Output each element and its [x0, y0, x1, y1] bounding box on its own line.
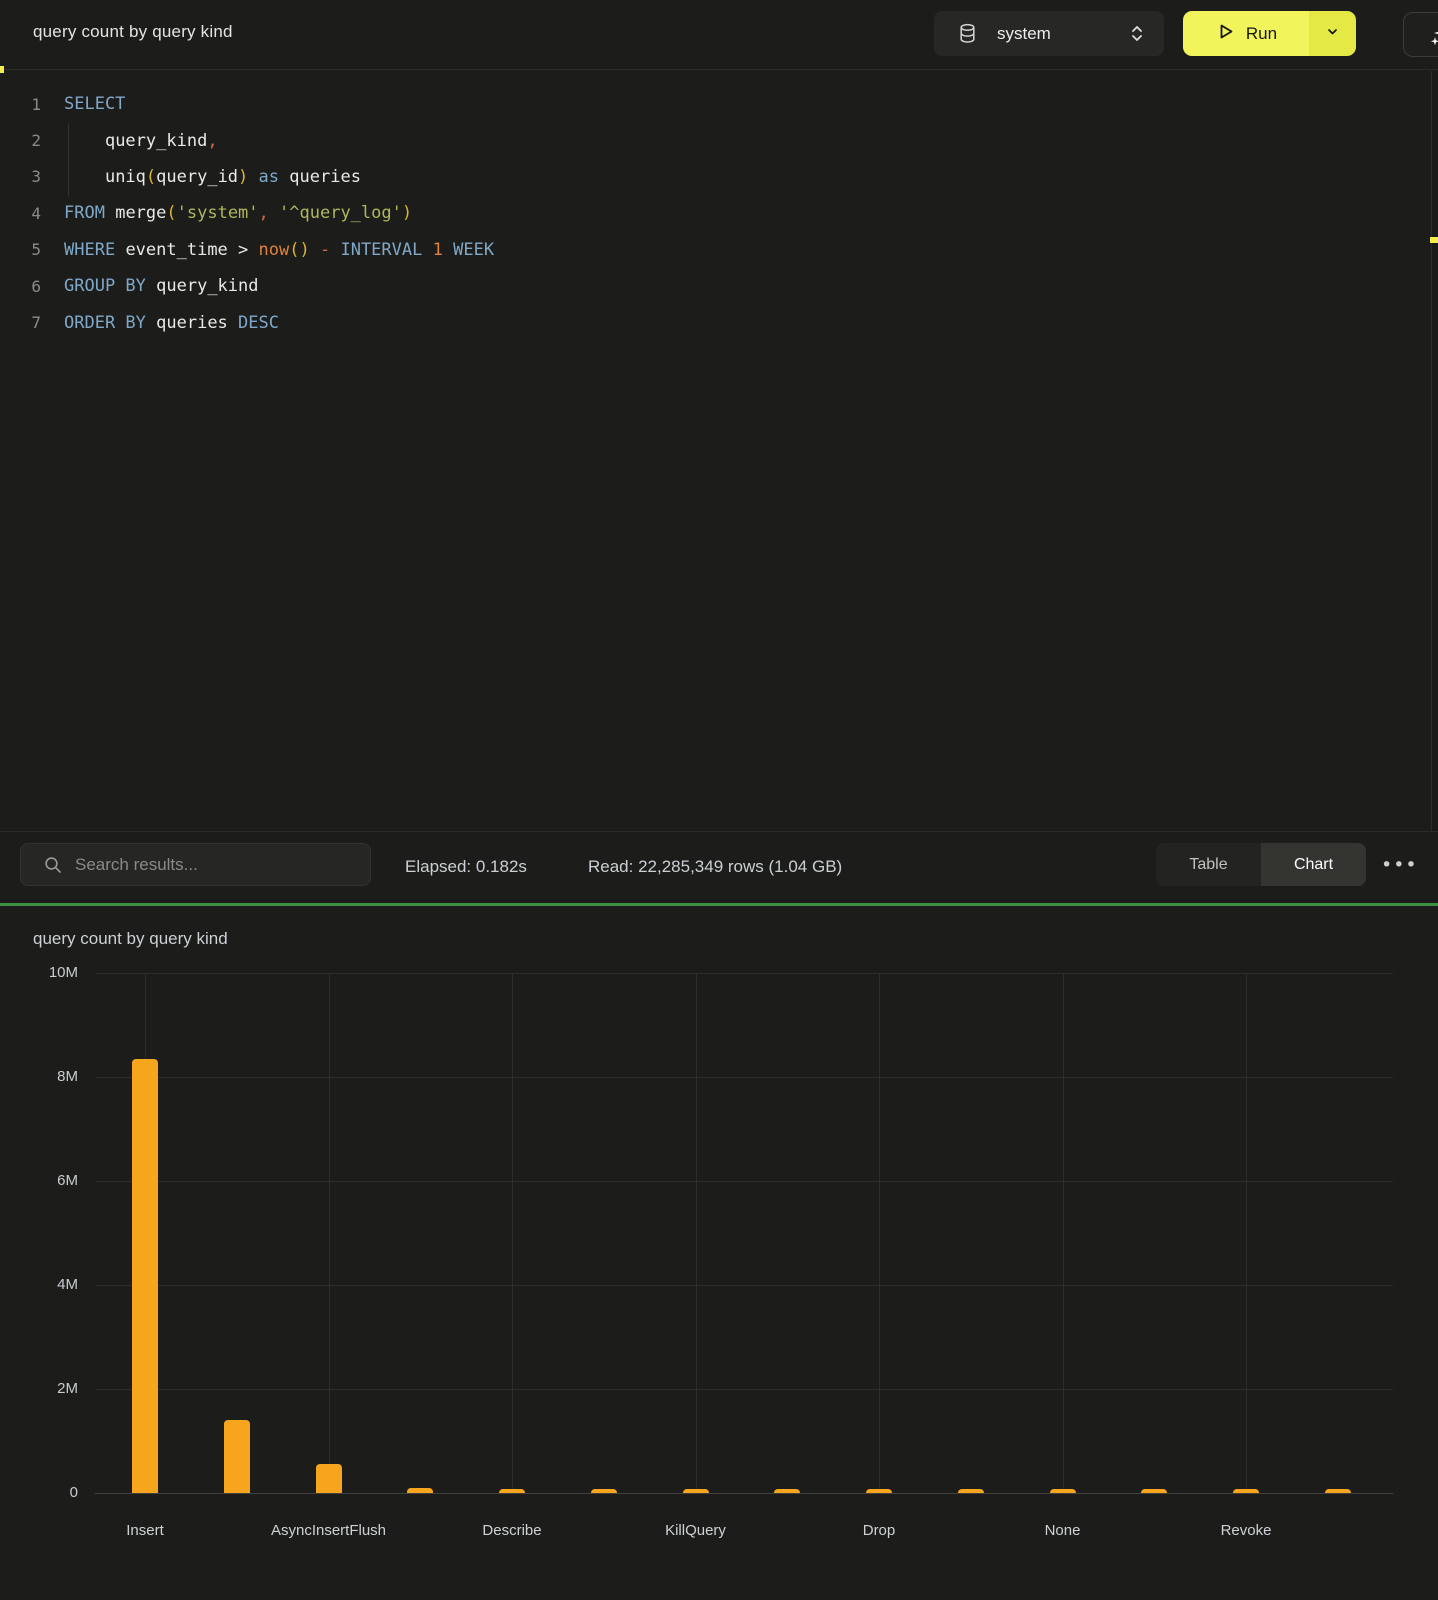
bar-None [1050, 1489, 1076, 1493]
gridline [329, 973, 330, 1493]
table-view-button[interactable]: Table [1156, 843, 1261, 886]
database-icon [958, 23, 977, 44]
bar-unlabeled [1141, 1489, 1167, 1493]
bar-unlabeled [774, 1489, 800, 1493]
x-axis-tick: Drop [799, 1522, 959, 1539]
code-line: 4 FROM merge('system', '^query_log') [0, 195, 1380, 231]
bar-unlabeled [224, 1420, 250, 1493]
code-line: 2 query_kind, [0, 122, 1380, 158]
view-toggle: Table Chart [1156, 843, 1366, 886]
code-text: query_kind, [64, 131, 218, 151]
line-number: 6 [0, 277, 41, 296]
database-selector[interactable]: system [934, 11, 1164, 56]
bar-unlabeled [958, 1489, 984, 1493]
line-number: 1 [0, 95, 41, 114]
search-input[interactable] [75, 855, 355, 875]
code-text: FROM merge('system', '^query_log') [64, 203, 412, 223]
run-button-label: Run [1246, 24, 1277, 44]
run-button-group: Run [1183, 11, 1356, 56]
scrollbar-marker [1430, 237, 1438, 243]
code-line: 1 SELECT [0, 86, 1380, 122]
code-text: SELECT [64, 94, 125, 114]
chart-view-button[interactable]: Chart [1261, 843, 1366, 886]
bar-Insert [132, 1059, 158, 1493]
code-line: 3 uniq(query_id) as queries [0, 159, 1380, 195]
database-selector-value: system [997, 24, 1051, 44]
bar-AsyncInsertFlush [316, 1464, 342, 1493]
ai-assistant-button[interactable] [1403, 12, 1438, 57]
top-toolbar: query count by query kind system Run [0, 0, 1438, 70]
line-number: 4 [0, 204, 41, 223]
gridline [95, 1181, 1393, 1182]
y-axis-tick: 0 [0, 1484, 78, 1501]
sparkle-icon [1426, 22, 1438, 48]
line-number: 2 [0, 131, 41, 150]
x-axis-tick: None [983, 1522, 1143, 1539]
elapsed-stat: Elapsed: 0.182s [405, 857, 527, 877]
bar-unlabeled [407, 1488, 433, 1493]
x-axis-tick: KillQuery [616, 1522, 776, 1539]
y-axis-tick: 4M [0, 1276, 78, 1293]
read-stat: Read: 22,285,349 rows (1.04 GB) [588, 857, 842, 877]
x-axis-tick: Revoke [1166, 1522, 1326, 1539]
more-options-button[interactable]: ••• [1381, 854, 1417, 882]
code-line: 5 WHERE event_time > now() - INTERVAL 1 W… [0, 232, 1380, 268]
x-axis-tick: Describe [432, 1522, 592, 1539]
code-text: uniq(query_id) as queries [64, 167, 361, 187]
chevron-down-icon [1325, 24, 1340, 44]
run-options-button[interactable] [1309, 11, 1356, 56]
gridline [95, 973, 1393, 974]
results-toolbar: Elapsed: 0.182s Read: 22,285,349 rows (1… [0, 831, 1438, 903]
x-axis-line [95, 1493, 1393, 1494]
run-button[interactable]: Run [1183, 11, 1309, 56]
x-axis-tick: Insert [65, 1522, 225, 1539]
code-lines: 1SELECT2 query_kind,3 uniq(query_id) as … [0, 86, 1380, 341]
bar-Drop [866, 1489, 892, 1493]
play-icon [1215, 21, 1236, 47]
query-title: query count by query kind [33, 22, 233, 42]
gridline [1246, 973, 1247, 1493]
bar-Revoke [1233, 1489, 1259, 1493]
bar-KillQuery [683, 1489, 709, 1493]
y-axis-tick: 10M [0, 964, 78, 981]
x-axis-tick: AsyncInsertFlush [249, 1522, 409, 1539]
gridline [95, 1077, 1393, 1078]
search-icon [44, 856, 62, 874]
bar-chart: 0 2M 4M 6M 8M 10M Insert AsyncInsertFlush Descri… [0, 906, 1438, 1600]
code-text: WHERE event_time > now() - INTERVAL 1 WE… [64, 240, 494, 260]
editor-scrollbar[interactable] [1431, 71, 1438, 831]
bar-unlabeled [1325, 1489, 1351, 1493]
bar-Describe [499, 1489, 525, 1493]
sql-editor[interactable]: 1SELECT2 query_kind,3 uniq(query_id) as … [0, 71, 1438, 831]
line-number: 7 [0, 313, 41, 332]
code-line: 6 GROUP BY query_kind [0, 268, 1380, 304]
gridline [696, 973, 697, 1493]
gridline [879, 973, 880, 1493]
y-axis-tick: 8M [0, 1068, 78, 1085]
search-box[interactable] [20, 843, 371, 886]
code-text: GROUP BY query_kind [64, 276, 259, 296]
code-line: 7 ORDER BY queries DESC [0, 304, 1380, 340]
y-axis-tick: 6M [0, 1172, 78, 1189]
gridline [95, 1285, 1393, 1286]
unfold-icon [1128, 23, 1146, 49]
chart-panel: query count by query kind 02M4M6M8M10MIn… [0, 906, 1438, 1600]
bar-unlabeled [591, 1489, 617, 1493]
gridline [1063, 973, 1064, 1493]
gridline [512, 973, 513, 1493]
y-axis-tick: 2M [0, 1380, 78, 1397]
gridline [95, 1389, 1393, 1390]
code-text: ORDER BY queries DESC [64, 313, 279, 333]
line-number: 3 [0, 167, 41, 186]
indent-guide [68, 124, 69, 196]
left-edge-marker [0, 66, 4, 73]
line-number: 5 [0, 240, 41, 259]
